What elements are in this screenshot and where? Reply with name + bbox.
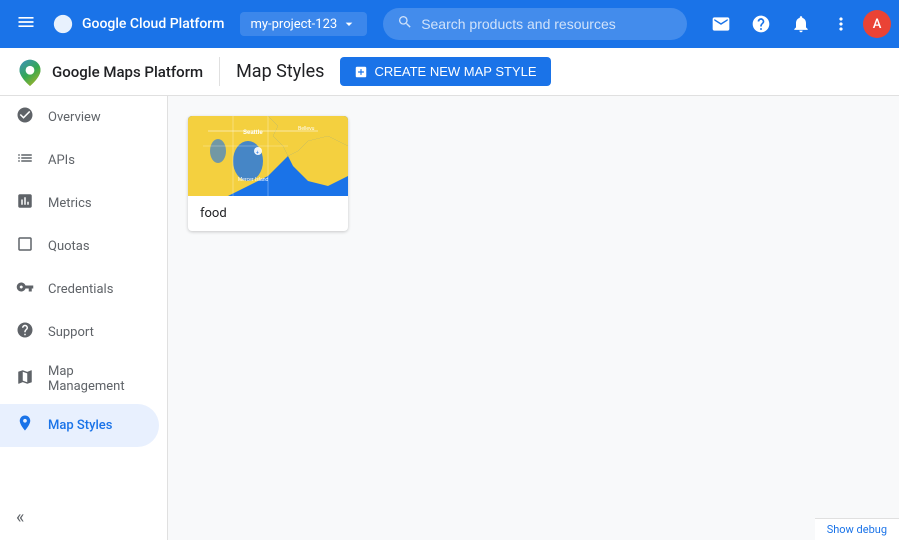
apis-label: APIs (48, 153, 75, 168)
svg-text:Bellevu: Bellevu (298, 126, 315, 132)
content-area: Seattle Bellevu Mercer Island + food (168, 96, 899, 540)
support-label: Support (48, 325, 94, 340)
apis-icon (16, 149, 34, 172)
debug-bar[interactable]: Show debug (815, 518, 899, 540)
page-heading: Map Styles (236, 61, 324, 82)
overview-icon (16, 106, 34, 129)
metrics-label: Metrics (48, 196, 92, 211)
map-management-label: Map Management (48, 364, 143, 394)
maps-logo-icon (16, 58, 44, 86)
page-title-area: Map Styles CREATE NEW MAP STYLE (219, 57, 550, 86)
debug-label: Show debug (827, 523, 887, 536)
credentials-icon (16, 278, 34, 301)
map-styles-icon (16, 414, 34, 437)
metrics-icon (16, 192, 34, 215)
svg-text:+: + (256, 150, 259, 156)
sidebar-item-apis[interactable]: APIs (0, 139, 159, 182)
sidebar-item-map-styles[interactable]: Map Styles (0, 404, 159, 447)
sidebar-item-credentials[interactable]: Credentials (0, 268, 159, 311)
sidebar-collapse-button[interactable]: « (0, 495, 167, 540)
gmp-title: Google Maps Platform (52, 63, 203, 81)
map-style-card-food[interactable]: Seattle Bellevu Mercer Island + food (188, 116, 348, 231)
menu-icon[interactable] (8, 4, 44, 45)
help-button[interactable] (743, 6, 779, 42)
avatar[interactable]: A (863, 10, 891, 38)
sidebar-nav: Overview APIs Metrics Quotas (0, 96, 167, 447)
sidebar: Overview APIs Metrics Quotas (0, 96, 168, 540)
project-name: my-project-123 (250, 17, 337, 32)
sidebar-item-metrics[interactable]: Metrics (0, 182, 159, 225)
quotas-label: Quotas (48, 239, 90, 254)
create-btn-label: CREATE NEW MAP STYLE (374, 64, 536, 79)
map-thumbnail-svg: Seattle Bellevu Mercer Island + (188, 116, 348, 196)
top-bar-actions: A (703, 6, 891, 42)
svg-text:Seattle: Seattle (243, 130, 263, 136)
svg-text:Mercer Island: Mercer Island (238, 177, 269, 183)
overview-label: Overview (48, 110, 101, 125)
gcp-logo: Google Cloud Platform (44, 13, 232, 35)
search-input[interactable] (421, 16, 673, 32)
alerts-button[interactable] (783, 6, 819, 42)
sidebar-item-quotas[interactable]: Quotas (0, 225, 159, 268)
search-bar (383, 8, 687, 40)
collapse-icon: « (16, 507, 24, 528)
project-selector[interactable]: my-project-123 (240, 12, 367, 36)
sidebar-item-overview[interactable]: Overview (0, 96, 159, 139)
search-icon (397, 14, 413, 34)
create-new-map-style-button[interactable]: CREATE NEW MAP STYLE (340, 57, 550, 86)
gmp-logo: Google Maps Platform (16, 58, 203, 86)
sidebar-item-support[interactable]: Support (0, 311, 159, 354)
notifications-button[interactable] (703, 6, 739, 42)
map-styles-label: Map Styles (48, 418, 112, 433)
second-header: Google Maps Platform Map Styles CREATE N… (0, 48, 899, 96)
more-button[interactable] (823, 6, 859, 42)
map-style-label: food (188, 196, 348, 231)
quotas-icon (16, 235, 34, 258)
map-thumbnail: Seattle Bellevu Mercer Island + (188, 116, 348, 196)
top-bar: Google Cloud Platform my-project-123 A (0, 0, 899, 48)
map-management-icon (16, 368, 34, 391)
gcp-title: Google Cloud Platform (82, 16, 224, 32)
support-icon (16, 321, 34, 344)
sidebar-item-map-management[interactable]: Map Management (0, 354, 159, 404)
main-layout: Overview APIs Metrics Quotas (0, 96, 899, 540)
credentials-label: Credentials (48, 282, 113, 297)
